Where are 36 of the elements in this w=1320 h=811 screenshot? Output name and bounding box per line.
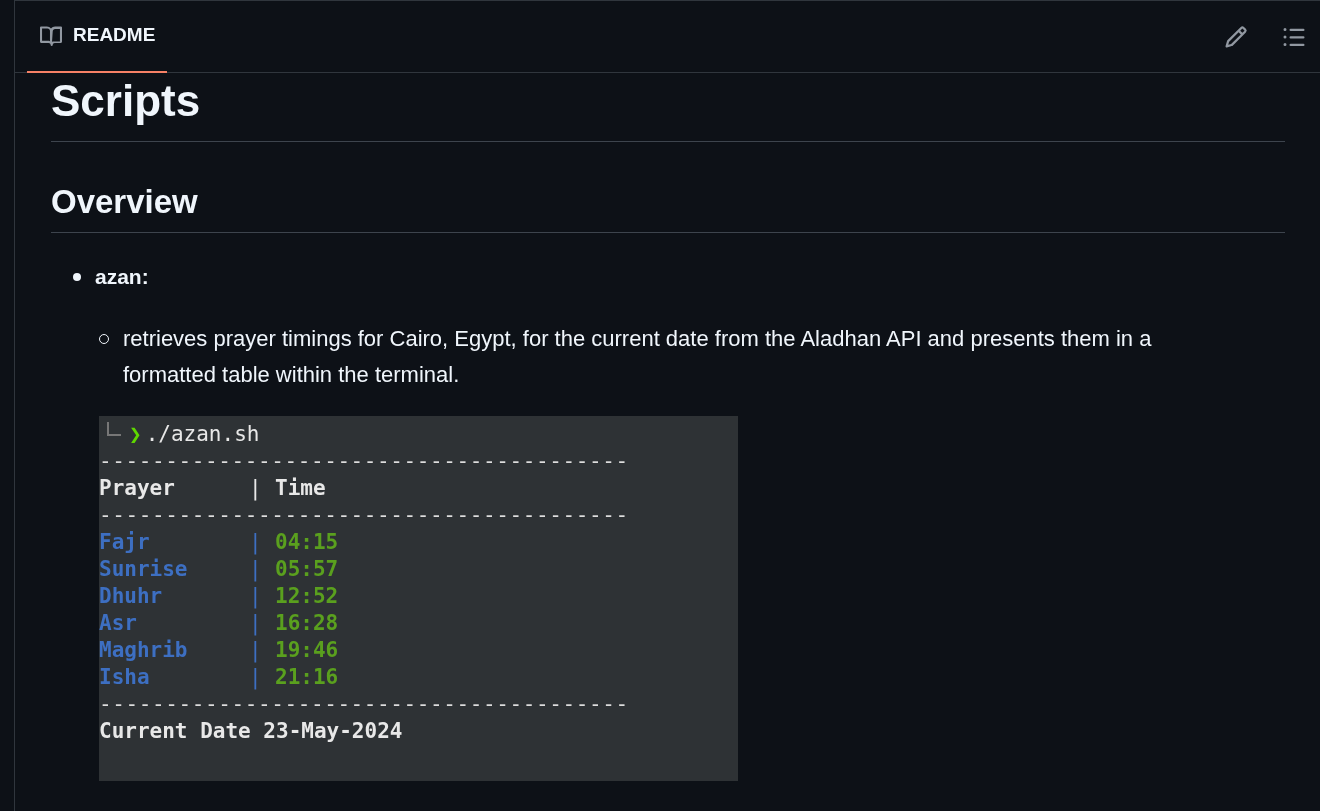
prayer-name: Maghrib [99,637,189,664]
prayer-name: Dhuhr [99,583,164,610]
prayer-time: 05:57 [275,556,339,583]
separator-line: ---------------------------------------- [99,448,629,475]
prayer-time: 04:15 [275,529,339,556]
command-text: ./azan.sh [145,421,260,448]
readme-tab[interactable]: README [27,0,168,73]
column-divider: | [249,529,263,556]
bullet-icon [73,273,81,281]
prompt-corner-icon [107,421,121,436]
list-item-text: retrieves prayer timings for Cairo, Egypt, for the current date from the Aladhan API and presents them in a formatted table within the terminal. [123,325,1153,389]
column-divider: | [249,583,263,610]
page-heading: Scripts [51,73,1285,142]
column-header: Time [275,475,326,502]
column-divider: | [249,664,263,691]
prayer-name: Fajr [99,529,151,556]
column-header: Prayer [99,475,176,502]
prompt-symbol: ❯ [129,421,142,448]
prayer-name: Isha [99,664,151,691]
separator-line: ---------------------------------------- [99,502,629,529]
column-divider: | [249,475,263,502]
prayer-time: 21:16 [275,664,339,691]
column-divider: | [249,637,263,664]
section-heading: Overview [51,180,1285,233]
date-line: Current Date 23-May-2024 [99,718,403,745]
column-divider: | [249,556,263,583]
separator-line: ---------------------------------------- [99,691,629,718]
prayer-name: Asr [99,610,138,637]
prayer-name: Sunrise [99,556,189,583]
prayer-time: 19:46 [275,637,339,664]
pencil-icon[interactable] [1224,24,1248,49]
book-icon [39,24,63,47]
list-item-label: azan: [95,264,149,290]
column-divider: | [249,610,263,637]
prayer-time: 16:28 [275,610,339,637]
prayer-time: 12:52 [275,583,339,610]
